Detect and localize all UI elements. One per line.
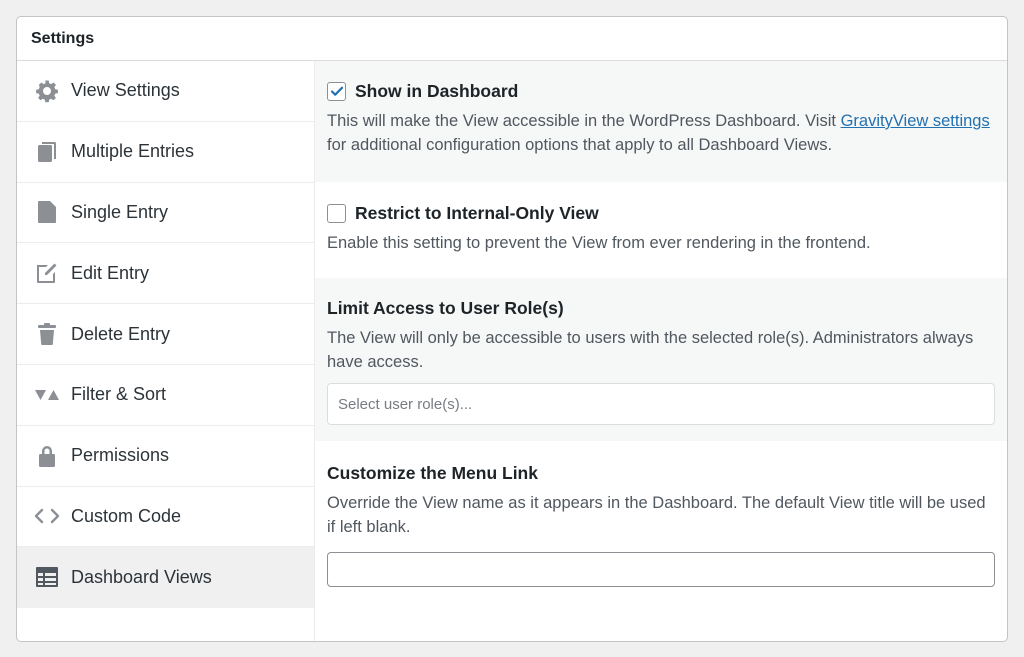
user-role-select[interactable]: Select user role(s)...	[327, 383, 995, 425]
sidebar-item-multiple-entries[interactable]: Multiple Entries	[17, 122, 314, 183]
sidebar-item-label: Delete Entry	[71, 323, 171, 344]
sidebar-item-single-entry[interactable]: Single Entry	[17, 183, 314, 244]
settings-sidebar: View Settings Multiple Entries Single En…	[17, 61, 315, 641]
sidebar-item-edit-entry[interactable]: Edit Entry	[17, 243, 314, 305]
settings-panel: Settings View Settings Multiple Entries …	[16, 16, 1008, 642]
sidebar-item-filter-sort[interactable]: Filter & Sort	[17, 365, 314, 426]
gravityview-settings-link[interactable]: GravityView settings	[841, 112, 990, 130]
limit-access-section: Limit Access to User Role(s) The View wi…	[315, 278, 1007, 441]
lock-icon	[34, 443, 60, 469]
sidebar-item-label: Dashboard Views	[71, 566, 212, 587]
restrict-internal-section: Restrict to Internal-Only View Enable th…	[315, 182, 1007, 278]
checkmark-icon	[330, 86, 343, 96]
menu-link-title: Customize the Menu Link	[327, 463, 538, 483]
show-in-dashboard-description: This will make the View accessible in th…	[327, 109, 995, 157]
copy-icon	[34, 139, 60, 165]
restrict-internal-checkbox[interactable]	[327, 203, 346, 223]
show-in-dashboard-row: Show in Dashboard	[327, 79, 995, 103]
menu-link-section: Customize the Menu Link Override the Vie…	[315, 441, 1007, 587]
restrict-internal-row: Restrict to Internal-Only View	[327, 201, 995, 225]
document-icon	[34, 199, 60, 225]
panel-body: View Settings Multiple Entries Single En…	[17, 61, 1007, 641]
sidebar-item-label: Multiple Entries	[71, 141, 195, 162]
edit-icon	[34, 260, 60, 286]
description-text: for additional configuration options tha…	[327, 136, 833, 154]
code-icon	[34, 503, 60, 529]
limit-access-description: The View will only be accessible to user…	[327, 329, 974, 371]
gear-icon	[34, 78, 60, 104]
trash-icon	[34, 321, 60, 347]
restrict-internal-description: Enable this setting to prevent the View …	[327, 234, 871, 252]
show-in-dashboard-checkbox[interactable]	[327, 81, 346, 101]
sort-icon	[34, 382, 60, 408]
limit-access-title: Limit Access to User Role(s)	[327, 298, 564, 318]
settings-main: Show in Dashboard This will make the Vie…	[315, 61, 1007, 641]
show-in-dashboard-label[interactable]: Show in Dashboard	[355, 81, 518, 102]
sidebar-item-label: Permissions	[71, 445, 170, 466]
table-icon	[34, 564, 60, 590]
menu-link-input[interactable]	[327, 552, 995, 587]
sidebar-item-label: Single Entry	[71, 201, 169, 222]
panel-header: Settings	[17, 17, 1007, 61]
sidebar-item-label: Custom Code	[71, 505, 182, 526]
description-text: This will make the View accessible in th…	[327, 112, 841, 130]
sidebar-item-view-settings[interactable]: View Settings	[17, 61, 314, 122]
sidebar-item-dashboard-views[interactable]: Dashboard Views	[17, 547, 314, 609]
sidebar-item-custom-code[interactable]: Custom Code	[17, 487, 314, 548]
sidebar-item-label: Filter & Sort	[71, 384, 167, 405]
restrict-internal-label[interactable]: Restrict to Internal-Only View	[355, 203, 599, 224]
menu-link-description: Override the View name as it appears in …	[327, 494, 986, 536]
sidebar-item-permissions[interactable]: Permissions	[17, 426, 314, 487]
panel-title: Settings	[31, 29, 95, 47]
sidebar-item-delete-entry[interactable]: Delete Entry	[17, 304, 314, 365]
sidebar-item-label: View Settings	[71, 80, 180, 101]
user-role-placeholder: Select user role(s)...	[338, 395, 473, 413]
sidebar-item-label: Edit Entry	[71, 262, 150, 283]
show-in-dashboard-section: Show in Dashboard This will make the Vie…	[315, 61, 1007, 182]
